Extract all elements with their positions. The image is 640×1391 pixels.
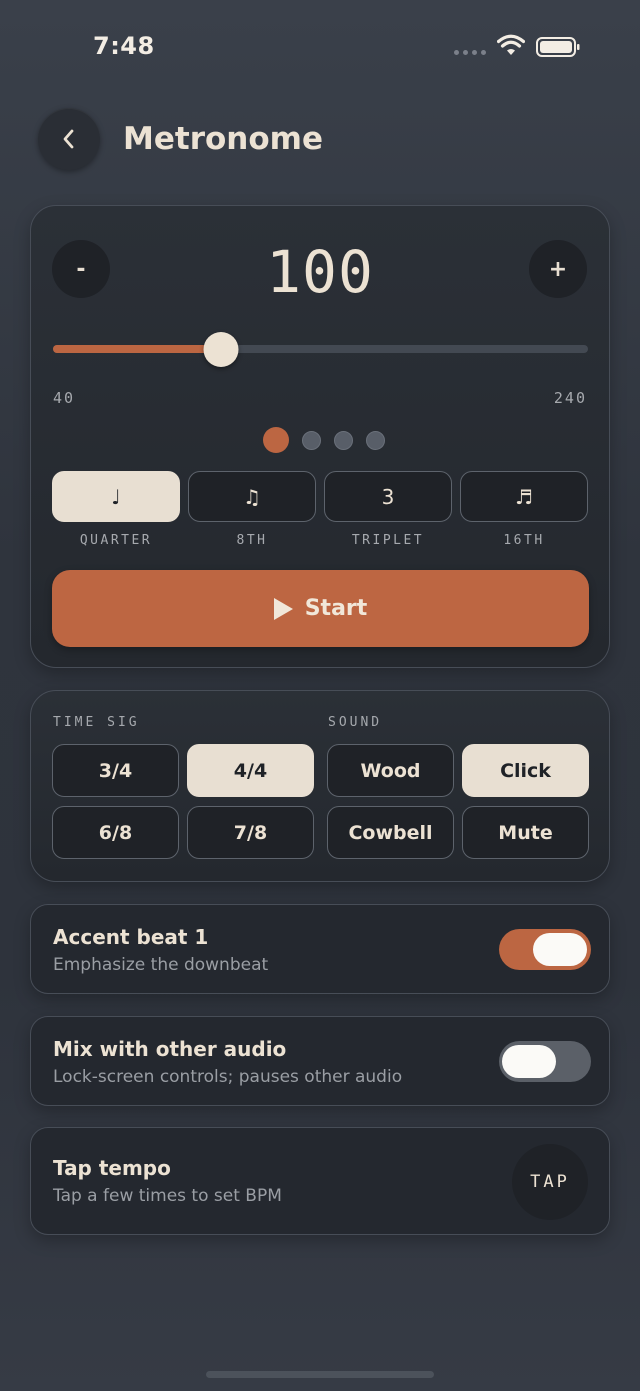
beat-dot (366, 430, 385, 450)
tap-tempo-subtitle: Tap a few times to set BPM (53, 1186, 282, 1206)
sound-label: SOUND (328, 715, 383, 730)
tempo-card: - 100 + 40 240 ♩ QUARTER ♫ 8TH 3 TRIPLET ♬ 16TH… (30, 205, 610, 668)
sound-option-button[interactable]: Wood (327, 744, 454, 797)
accent-subtitle: Emphasize the downbeat (53, 955, 269, 975)
sound-option-button[interactable]: Click (462, 744, 589, 797)
time-sig-option-button[interactable]: 6/8 (52, 806, 179, 859)
slider-thumb[interactable] (203, 332, 238, 367)
mix-audio-toggle[interactable] (499, 1041, 591, 1082)
subdivision-button[interactable]: ♩ (52, 471, 180, 522)
toggle-knob (502, 1045, 556, 1078)
mix-audio-row: Mix with other audio Lock-screen control… (30, 1016, 610, 1106)
back-button[interactable] (38, 108, 100, 170)
time-sig-option-button[interactable]: 4/4 (187, 744, 314, 797)
beat-indicator (31, 427, 609, 453)
wifi-icon (497, 34, 525, 55)
status-bar: 7:48 (0, 0, 640, 90)
start-button[interactable]: Start (52, 570, 589, 647)
range-min-label: 40 (53, 389, 76, 407)
subdivision-selector: ♩ QUARTER ♫ 8TH 3 TRIPLET ♬ 16TH (52, 471, 588, 548)
start-label: Start (304, 596, 368, 621)
subdivision-label: QUARTER (79, 533, 153, 548)
tap-tempo-title: Tap tempo (53, 1156, 171, 1180)
subdivision-option: ♫ 8TH (188, 471, 316, 548)
sound-option-button[interactable]: Mute (462, 806, 589, 859)
beat-dot (263, 427, 289, 453)
subdivision-label: 8TH (236, 533, 268, 548)
subdivision-label: TRIPLET (351, 533, 425, 548)
subdivision-button[interactable]: ♫ (188, 471, 316, 522)
time-sig-option-button[interactable]: 7/8 (187, 806, 314, 859)
tap-tempo-row: Tap tempo Tap a few times to set BPM TAP (30, 1127, 610, 1235)
subdivision-option: ♬ 16TH (460, 471, 588, 548)
mix-audio-subtitle: Lock-screen controls; pauses other audio (53, 1067, 403, 1087)
bpm-value: 100 (266, 238, 374, 306)
play-icon (273, 597, 293, 620)
slider-fill (53, 345, 221, 353)
beat-dot (334, 430, 353, 450)
tap-button[interactable]: TAP (512, 1144, 588, 1220)
accent-row: Accent beat 1 Emphasize the downbeat (30, 904, 610, 994)
subdivision-label: 16TH (503, 533, 545, 548)
subdivision-button[interactable]: ♬ (460, 471, 588, 522)
beat-dot (302, 430, 321, 450)
tempo-slider[interactable] (53, 332, 588, 367)
time-sig-label: TIME SIG (53, 715, 140, 730)
page-title: Metronome (123, 121, 323, 157)
page-header: Metronome (38, 108, 323, 170)
cellular-signal-icon (454, 50, 486, 55)
increase-bpm-button[interactable]: + (529, 240, 587, 298)
subdivision-option: 3 TRIPLET (324, 471, 452, 548)
subdivision-option: ♩ QUARTER (52, 471, 180, 548)
accent-toggle[interactable] (499, 929, 591, 970)
toggle-knob (533, 933, 587, 966)
accent-title: Accent beat 1 (53, 925, 209, 949)
mix-audio-title: Mix with other audio (53, 1037, 287, 1061)
subdivision-button[interactable]: 3 (324, 471, 452, 522)
chevron-left-icon (63, 129, 74, 149)
battery-icon (536, 37, 580, 57)
range-max-label: 240 (553, 389, 587, 407)
home-indicator (206, 1371, 434, 1378)
time-sig-grid: 3/4 4/4 6/8 7/8 (52, 744, 314, 859)
sound-option-button[interactable]: Cowbell (327, 806, 454, 859)
sound-grid: Wood Click Cowbell Mute (327, 744, 589, 859)
options-card: TIME SIG SOUND 3/4 4/4 6/8 7/8 Wood Click Cow… (30, 690, 610, 882)
status-time: 7:48 (93, 32, 155, 60)
time-sig-option-button[interactable]: 3/4 (52, 744, 179, 797)
